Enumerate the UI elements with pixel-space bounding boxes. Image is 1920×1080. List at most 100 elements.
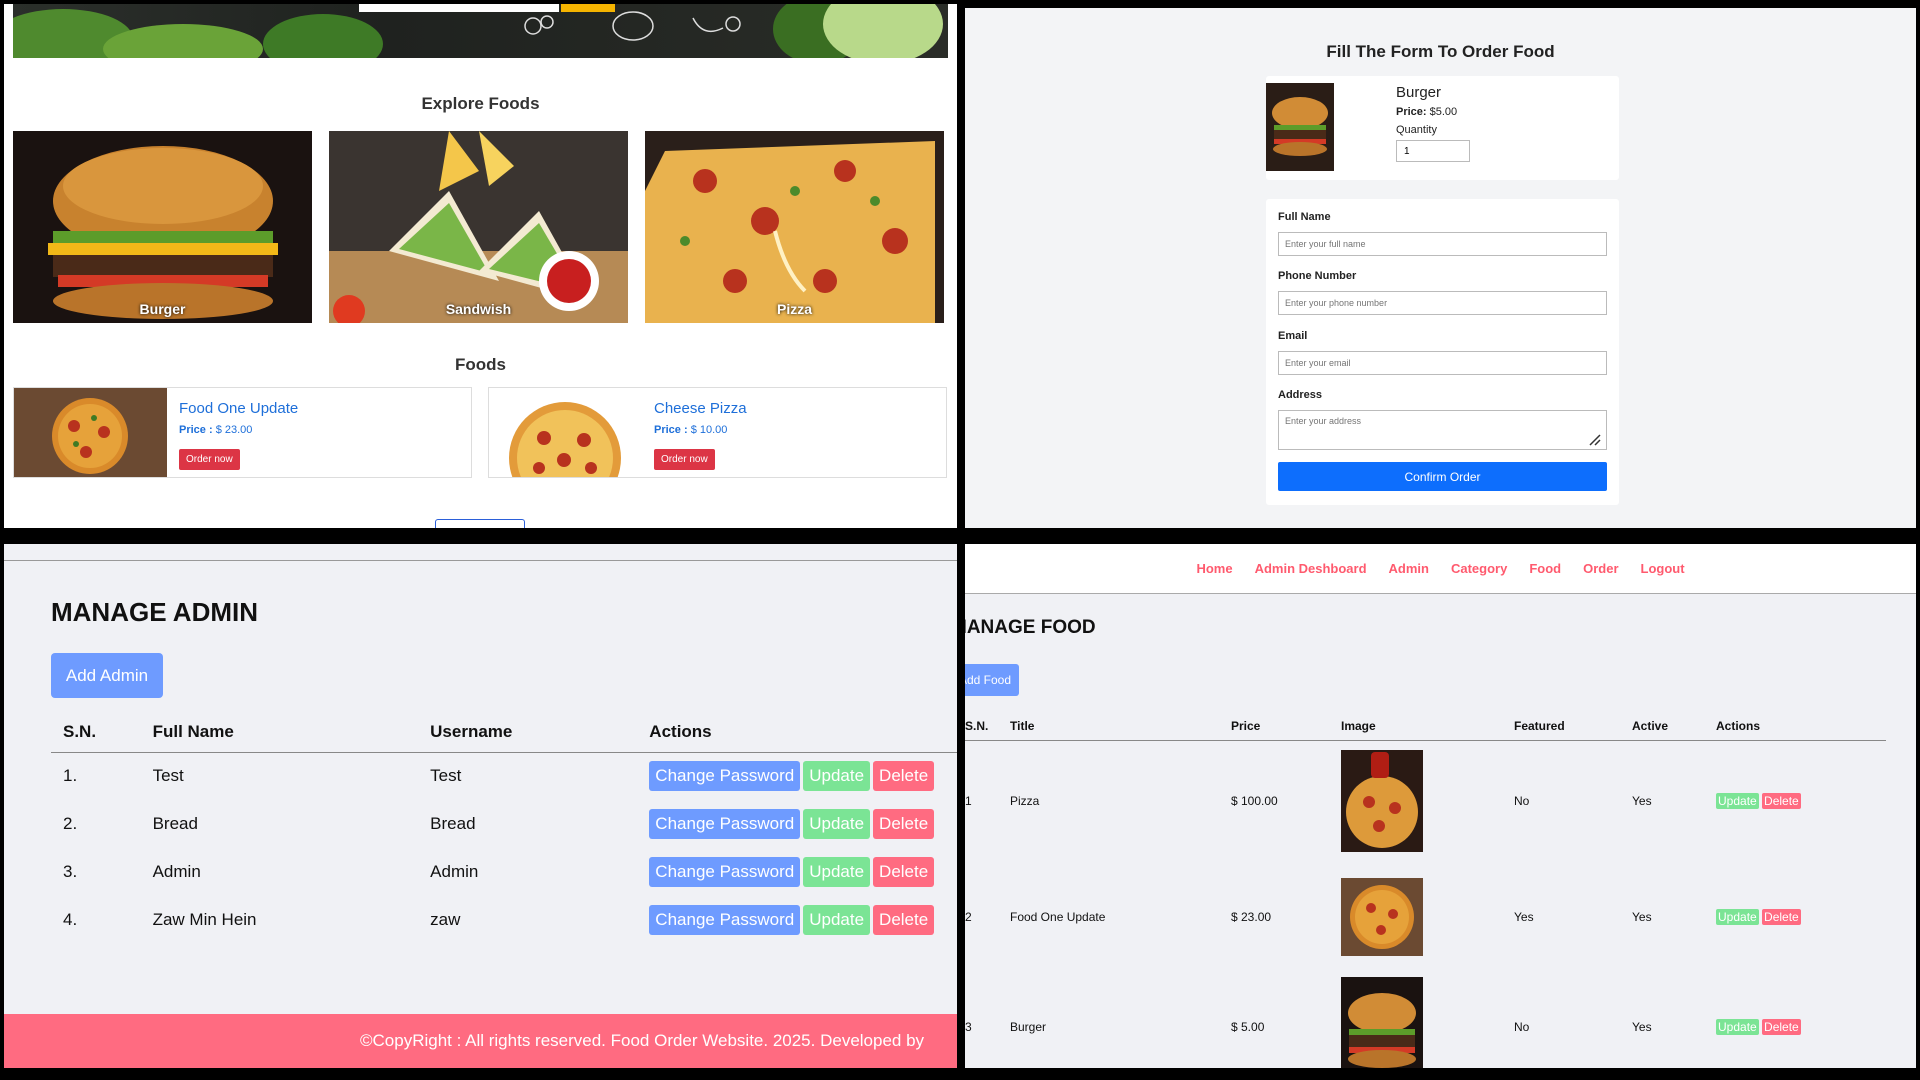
order-form-panel: Fill The Form To Order Food Burger Price… <box>965 8 1916 528</box>
food-price: Price : $ 10.00 <box>654 424 728 436</box>
username-cell: zaw <box>430 910 461 929</box>
image-cell <box>1333 972 1506 1068</box>
delete-button[interactable]: Delete <box>873 761 935 792</box>
order-now-button[interactable]: Order now <box>654 449 715 470</box>
update-button[interactable]: Update <box>803 905 871 935</box>
username-cell: Admin <box>430 862 479 881</box>
actions-cell: Change Password Update Delete <box>637 896 957 944</box>
update-button[interactable]: Update <box>803 857 871 887</box>
nav-admin-dashboard[interactable]: Admin Deshboard <box>1255 561 1367 576</box>
column-header: Price <box>1223 712 1333 741</box>
column-header: S.N. <box>965 712 1002 741</box>
change-password-button[interactable]: Change Password <box>649 905 801 935</box>
actions-cell: Update Delete <box>1708 972 1886 1068</box>
featured-cell: Yes <box>1514 910 1534 924</box>
table-row: 4. Zaw Min Hein zaw Change Password Updat… <box>51 896 957 944</box>
delete-button[interactable]: Delete <box>873 905 935 935</box>
pizza-image <box>645 131 944 323</box>
sandwich-image <box>329 131 628 323</box>
category-label: Pizza <box>776 301 812 317</box>
full-name-field[interactable] <box>1278 232 1607 256</box>
actions-cell: Update Delete <box>1708 740 1886 862</box>
quantity-input[interactable] <box>1396 140 1470 162</box>
delete-button[interactable]: Delete <box>1762 909 1801 925</box>
full-name-cell: Bread <box>152 814 198 833</box>
table-header-row: S.N. Title Price Image Featured Active A… <box>965 712 1886 741</box>
delete-button[interactable]: Delete <box>1762 793 1801 810</box>
nav-food[interactable]: Food <box>1529 561 1561 576</box>
burger-image <box>13 131 312 323</box>
category-card-pizza[interactable]: Pizza <box>645 131 944 323</box>
product-price: Price: $5.00 <box>1396 106 1458 118</box>
change-password-button[interactable]: Change Password <box>649 809 801 839</box>
category-label: Burger <box>139 301 186 317</box>
image-cell <box>1333 740 1506 862</box>
see-all-foods-button[interactable] <box>435 519 525 528</box>
actions-cell: Change Password Update Delete <box>637 848 957 896</box>
actions-cell: Change Password Update Delete <box>637 752 957 800</box>
delete-button[interactable]: Delete <box>1762 1019 1801 1035</box>
image-cell <box>1333 862 1506 972</box>
full-name-label: Full Name <box>1278 211 1331 223</box>
table-row: 1 Pizza $ 100.00 No Yes Update Delete <box>965 740 1886 862</box>
delete-button[interactable]: Delete <box>873 857 935 887</box>
sn-cell: 1 <box>965 794 972 809</box>
nav-logout[interactable]: Logout <box>1641 561 1685 576</box>
featured-cell: No <box>1514 794 1530 809</box>
active-cell: Yes <box>1632 794 1652 809</box>
manage-admin-panel: MANAGE ADMIN Add Admin S.N. Full Name Us… <box>4 544 957 1068</box>
change-password-button[interactable]: Change Password <box>649 761 801 792</box>
table-header-row: S.N. Full Name Username Actions <box>51 712 957 753</box>
add-admin-button[interactable]: Add Admin <box>51 653 163 698</box>
address-wrapper <box>1266 410 1619 450</box>
column-header: Username <box>418 712 638 753</box>
delete-button[interactable]: Delete <box>873 809 935 839</box>
update-button[interactable]: Update <box>1716 1019 1759 1035</box>
update-button[interactable]: Update <box>1716 793 1759 810</box>
featured-cell: No <box>1514 1020 1530 1034</box>
column-header: Actions <box>1708 712 1886 741</box>
admin-nav: Home Admin Deshboard Admin Category Food… <box>965 544 1916 594</box>
food-price: Price : $ 23.00 <box>179 424 253 436</box>
update-button[interactable]: Update <box>803 809 871 839</box>
page-title: MANAGE ADMIN <box>51 597 259 627</box>
category-card-burger[interactable]: Burger <box>13 131 312 323</box>
phone-field[interactable] <box>1278 291 1607 315</box>
nav-order[interactable]: Order <box>1583 561 1618 576</box>
full-name-cell: Admin <box>152 862 201 881</box>
delivery-details-form: Full Name Phone Number Email Address Con… <box>1266 199 1619 505</box>
add-food-button[interactable]: Add Food <box>965 664 1019 696</box>
doodle-icons <box>524 11 741 41</box>
address-field[interactable] <box>1278 410 1607 450</box>
food-image <box>1341 750 1423 853</box>
update-button[interactable]: Update <box>1716 909 1759 925</box>
price-cell: $ 100.00 <box>1231 794 1278 809</box>
category-label: Sandwish <box>445 301 512 317</box>
change-password-button[interactable]: Change Password <box>649 857 801 887</box>
footer: ©CopyRight : All rights reserved. Food O… <box>4 1014 957 1068</box>
resize-grip-icon[interactable] <box>1589 434 1601 446</box>
order-now-button[interactable]: Order now <box>179 449 240 470</box>
table-row: 2 Food One Update $ 23.00 Yes Yes Update… <box>965 862 1886 972</box>
page-title: MANAGE FOOD <box>965 617 1096 638</box>
nav-category[interactable]: Category <box>1451 561 1507 576</box>
title-cell: Burger <box>1010 1020 1047 1034</box>
column-header: Active <box>1624 712 1708 741</box>
table-row: 2. Bread Bread Change Password Update Dele… <box>51 800 957 848</box>
nav-admin[interactable]: Admin <box>1389 561 1429 576</box>
actions-cell: Change Password Update Delete <box>637 800 957 848</box>
quantity-label: Quantity <box>1396 124 1437 136</box>
product-name: Burger <box>1396 84 1442 101</box>
food-title[interactable]: Cheese Pizza <box>654 400 747 417</box>
category-card-sandwich[interactable]: Sandwish <box>329 131 628 323</box>
food-title[interactable]: Food One Update <box>179 400 298 417</box>
update-button[interactable]: Update <box>803 761 871 792</box>
selected-food-box: Burger Price: $5.00 Quantity <box>1266 76 1619 180</box>
email-field[interactable] <box>1278 351 1607 375</box>
sn-cell: 3 <box>965 1020 972 1034</box>
nav-home[interactable]: Home <box>1196 561 1232 576</box>
sn-cell: 4. <box>63 910 78 929</box>
foods-title: Foods <box>455 355 506 374</box>
confirm-order-button[interactable]: Confirm Order <box>1278 462 1607 491</box>
column-header: S.N. <box>51 712 141 753</box>
